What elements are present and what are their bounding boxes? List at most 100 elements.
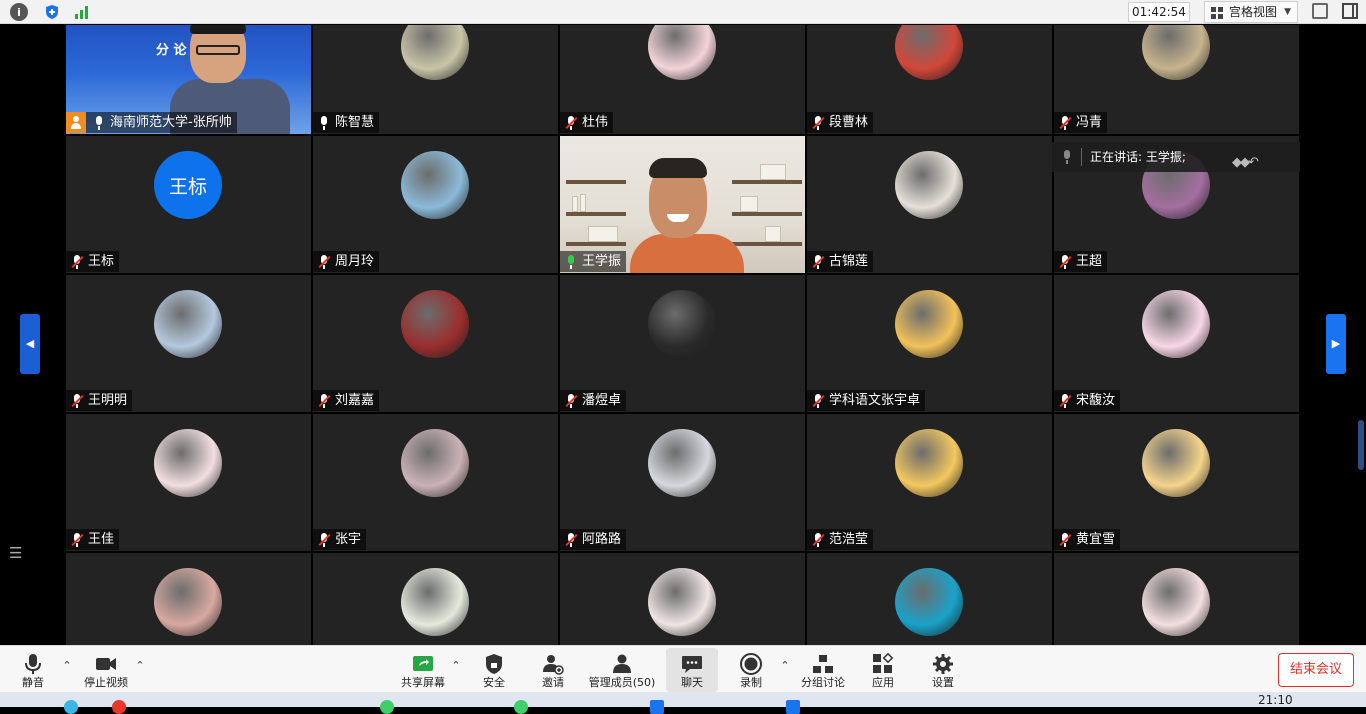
active-speaker-banner: 正在讲话: 王学振; ◆◆↶ xyxy=(1052,142,1300,172)
side-panel-icon[interactable] xyxy=(1342,3,1358,19)
invite-button[interactable]: 邀请 xyxy=(532,648,574,692)
audio-options-chevron-icon[interactable]: ⌃ xyxy=(61,660,73,672)
meeting-timer: 01:42:54 xyxy=(1128,2,1190,22)
participant-name: 陈智慧 xyxy=(335,115,375,130)
breakout-rooms-button[interactable]: 分组讨论 xyxy=(798,648,848,692)
stop-video-button[interactable]: 停止视频 xyxy=(78,648,134,692)
participant-tile[interactable]: 宋馥汝 xyxy=(1054,275,1299,412)
participant-tile[interactable]: 段曹林 xyxy=(807,25,1052,134)
participant-name: 刘嘉嘉 xyxy=(335,393,375,408)
info-icon[interactable]: i xyxy=(10,3,28,21)
security-button[interactable]: 安全 xyxy=(474,648,514,692)
participant-name: 黄宜雪 xyxy=(1076,532,1116,547)
share-screen-button[interactable]: 共享屏幕 xyxy=(396,648,450,692)
scrollbar[interactable] xyxy=(1358,420,1364,470)
breakout-rooms-label: 分组讨论 xyxy=(801,676,845,689)
host-person-icon xyxy=(66,112,86,133)
participant-name-bar: 海南师范大学-张所帅 xyxy=(66,112,237,133)
participant-tile[interactable]: 潘煜卓 xyxy=(560,275,805,412)
participant-tile[interactable]: 王标 王标 xyxy=(66,136,311,273)
taskbar-app-icon[interactable] xyxy=(380,700,394,714)
participant-tile[interactable]: 杜伟 xyxy=(560,25,805,134)
record-options-chevron-icon[interactable]: ⌃ xyxy=(779,660,791,672)
record-button[interactable]: 录制 xyxy=(730,648,772,692)
shield-icon[interactable] xyxy=(43,3,61,21)
next-page-button[interactable]: ▶ xyxy=(1326,314,1346,374)
chat-icon xyxy=(682,656,702,673)
participant-tile[interactable]: 张宇 xyxy=(313,414,558,551)
mute-button[interactable]: 静音 xyxy=(12,648,54,692)
participant-tile[interactable] xyxy=(66,553,311,645)
record-label: 录制 xyxy=(740,676,762,689)
participant-tile[interactable]: 周月玲 xyxy=(313,136,558,273)
participant-tile[interactable] xyxy=(560,553,805,645)
participant-avatar xyxy=(895,290,963,358)
participant-tile[interactable]: 王明明 xyxy=(66,275,311,412)
share-options-chevron-icon[interactable]: ⌃ xyxy=(450,660,462,672)
previous-page-button[interactable]: ◀ xyxy=(20,314,40,374)
participant-tile[interactable]: 中国高等教育学会语文教学专业委员会第二十届学术年会暨新时代大学语文研讨会分 论海… xyxy=(66,25,311,134)
participant-name: 周月玲 xyxy=(335,254,375,269)
participant-tile[interactable] xyxy=(1054,553,1299,645)
chat-button[interactable]: 聊天 xyxy=(666,648,718,692)
settings-label: 设置 xyxy=(932,676,954,689)
participant-avatar xyxy=(648,568,716,636)
apps-button[interactable]: 应用 xyxy=(862,648,904,692)
participant-name: 范浩莹 xyxy=(829,532,869,547)
taskbar-app-icon[interactable] xyxy=(514,700,528,714)
participant-tile[interactable] xyxy=(807,553,1052,645)
taskbar-app-icon[interactable] xyxy=(786,700,800,714)
participant-name-bar: 王明明 xyxy=(66,390,133,411)
mic-muted-icon xyxy=(317,532,331,547)
collapse-arrow-icon[interactable]: ◆◆↶ xyxy=(1232,148,1259,178)
participant-tile[interactable]: 冯青 xyxy=(1054,25,1299,134)
participant-tile[interactable]: 黄宜雪 xyxy=(1054,414,1299,551)
participant-tile[interactable]: 学科语文张宇卓 xyxy=(807,275,1052,412)
gear-icon xyxy=(933,654,953,674)
participant-name-bar: 王学振 xyxy=(560,251,627,272)
participant-name: 海南师范大学-张所帅 xyxy=(110,115,232,130)
settings-button[interactable]: 设置 xyxy=(922,648,964,692)
participant-tile[interactable] xyxy=(313,553,558,645)
mic-muted-icon xyxy=(1058,532,1072,547)
list-icon[interactable]: ☰ xyxy=(9,544,27,562)
video-camera-icon xyxy=(96,658,116,670)
participant-tile[interactable]: 阿路路 xyxy=(560,414,805,551)
participant-video-glasses xyxy=(196,45,240,55)
participant-tile[interactable]: 陈智慧 xyxy=(313,25,558,134)
breakout-rooms-icon xyxy=(813,655,833,673)
participant-tile[interactable]: 古锦莲 xyxy=(807,136,1052,273)
participant-avatar xyxy=(401,151,469,219)
participant-avatar xyxy=(648,290,716,358)
book xyxy=(572,196,578,212)
manage-participants-button[interactable]: 管理成员(50) xyxy=(586,648,658,692)
mic-muted-icon xyxy=(1058,393,1072,408)
taskbar-app-icon[interactable] xyxy=(112,700,126,714)
video-options-chevron-icon[interactable]: ⌃ xyxy=(134,660,146,672)
participant-tile[interactable]: 王学振 xyxy=(560,136,805,273)
taskbar-app-icon[interactable] xyxy=(650,700,664,714)
mic-muted-icon xyxy=(1058,115,1072,130)
participant-name-bar: 陈智慧 xyxy=(313,112,380,133)
meeting-toolbar: 静音 ⌃ 停止视频 ⌃ 共享屏幕 ⌃ 安全 邀请 管理成员(50) 聊天 录制 … xyxy=(0,645,1366,692)
participant-name: 阿路路 xyxy=(582,532,622,547)
bookshelf xyxy=(566,180,626,184)
participant-name-bar: 段曹林 xyxy=(807,112,874,133)
participant-avatar xyxy=(401,568,469,636)
participant-name-bar: 王超 xyxy=(1054,251,1108,272)
participant-tile[interactable]: 范浩莹 xyxy=(807,414,1052,551)
participant-tile[interactable]: 刘嘉嘉 xyxy=(313,275,558,412)
add-user-icon xyxy=(543,655,564,675)
participant-video-hair xyxy=(190,25,246,34)
shield-icon xyxy=(486,654,502,674)
participant-name-bar: 宋馥汝 xyxy=(1054,390,1121,411)
mic-icon xyxy=(1060,150,1074,164)
participant-avatar xyxy=(648,25,716,80)
signal-strength-icon[interactable] xyxy=(73,3,91,21)
view-mode-button[interactable]: 宫格视图 ▼ xyxy=(1204,1,1298,23)
fullscreen-icon[interactable] xyxy=(1312,3,1328,19)
taskbar-app-icon[interactable] xyxy=(64,700,78,714)
participant-tile[interactable]: 王佳 xyxy=(66,414,311,551)
end-meeting-button[interactable]: 结束会议 xyxy=(1278,653,1354,687)
participant-avatar xyxy=(401,25,469,80)
